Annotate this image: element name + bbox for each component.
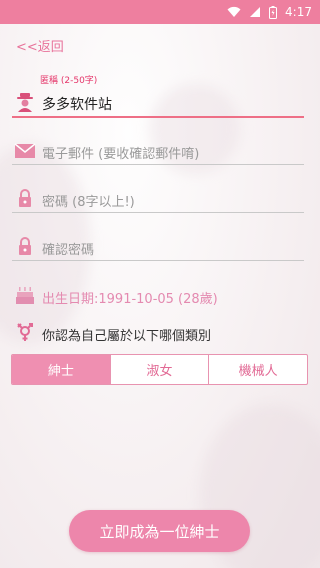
gender-selector: 紳士 淑女 機械人 <box>11 354 308 385</box>
birthday-text[interactable]: 出生日期:1991-10-05 (28歲) <box>42 288 218 307</box>
wifi-icon <box>227 6 241 18</box>
gender-option-gentleman[interactable]: 紳士 <box>12 355 110 384</box>
status-bar: 4:17 <box>0 0 320 24</box>
lock-icon <box>14 188 36 208</box>
password-field[interactable]: 密碼 (8字以上!) <box>12 187 304 213</box>
nickname-field[interactable]: 多多软件站 <box>12 88 304 118</box>
gender-question-text: 你認為自己屬於以下哪個類別 <box>42 329 212 344</box>
confirm-password-input[interactable]: 確認密碼 <box>42 239 94 258</box>
battery-icon <box>269 5 278 19</box>
nickname-input[interactable]: 多多软件站 <box>42 94 112 114</box>
gender-question: 你認為自己屬於以下哪個類別 <box>12 322 304 344</box>
email-input[interactable]: 電子郵件 (要收確認郵件唷) <box>42 143 199 162</box>
lock-icon <box>14 236 36 256</box>
gender-option-robot[interactable]: 機械人 <box>208 355 307 384</box>
cake-icon <box>14 285 36 309</box>
gender-icon <box>14 322 36 346</box>
birthday-row[interactable]: 出生日期:1991-10-05 (28歲) <box>12 285 304 307</box>
signal-icon <box>249 6 261 18</box>
password-input[interactable]: 密碼 (8字以上!) <box>42 191 135 210</box>
envelope-icon <box>14 142 36 162</box>
submit-button[interactable]: 立即成為一位紳士 <box>69 510 250 552</box>
user-icon <box>14 92 36 112</box>
email-field[interactable]: 電子郵件 (要收確認郵件唷) <box>12 139 304 165</box>
confirm-password-field[interactable]: 確認密碼 <box>12 235 304 261</box>
gender-option-lady[interactable]: 淑女 <box>109 355 209 384</box>
status-time: 4:17 <box>285 5 312 19</box>
back-button[interactable]: <<返回 <box>16 36 64 55</box>
nickname-float-label: 匿稱 (2-50字) <box>40 76 98 86</box>
